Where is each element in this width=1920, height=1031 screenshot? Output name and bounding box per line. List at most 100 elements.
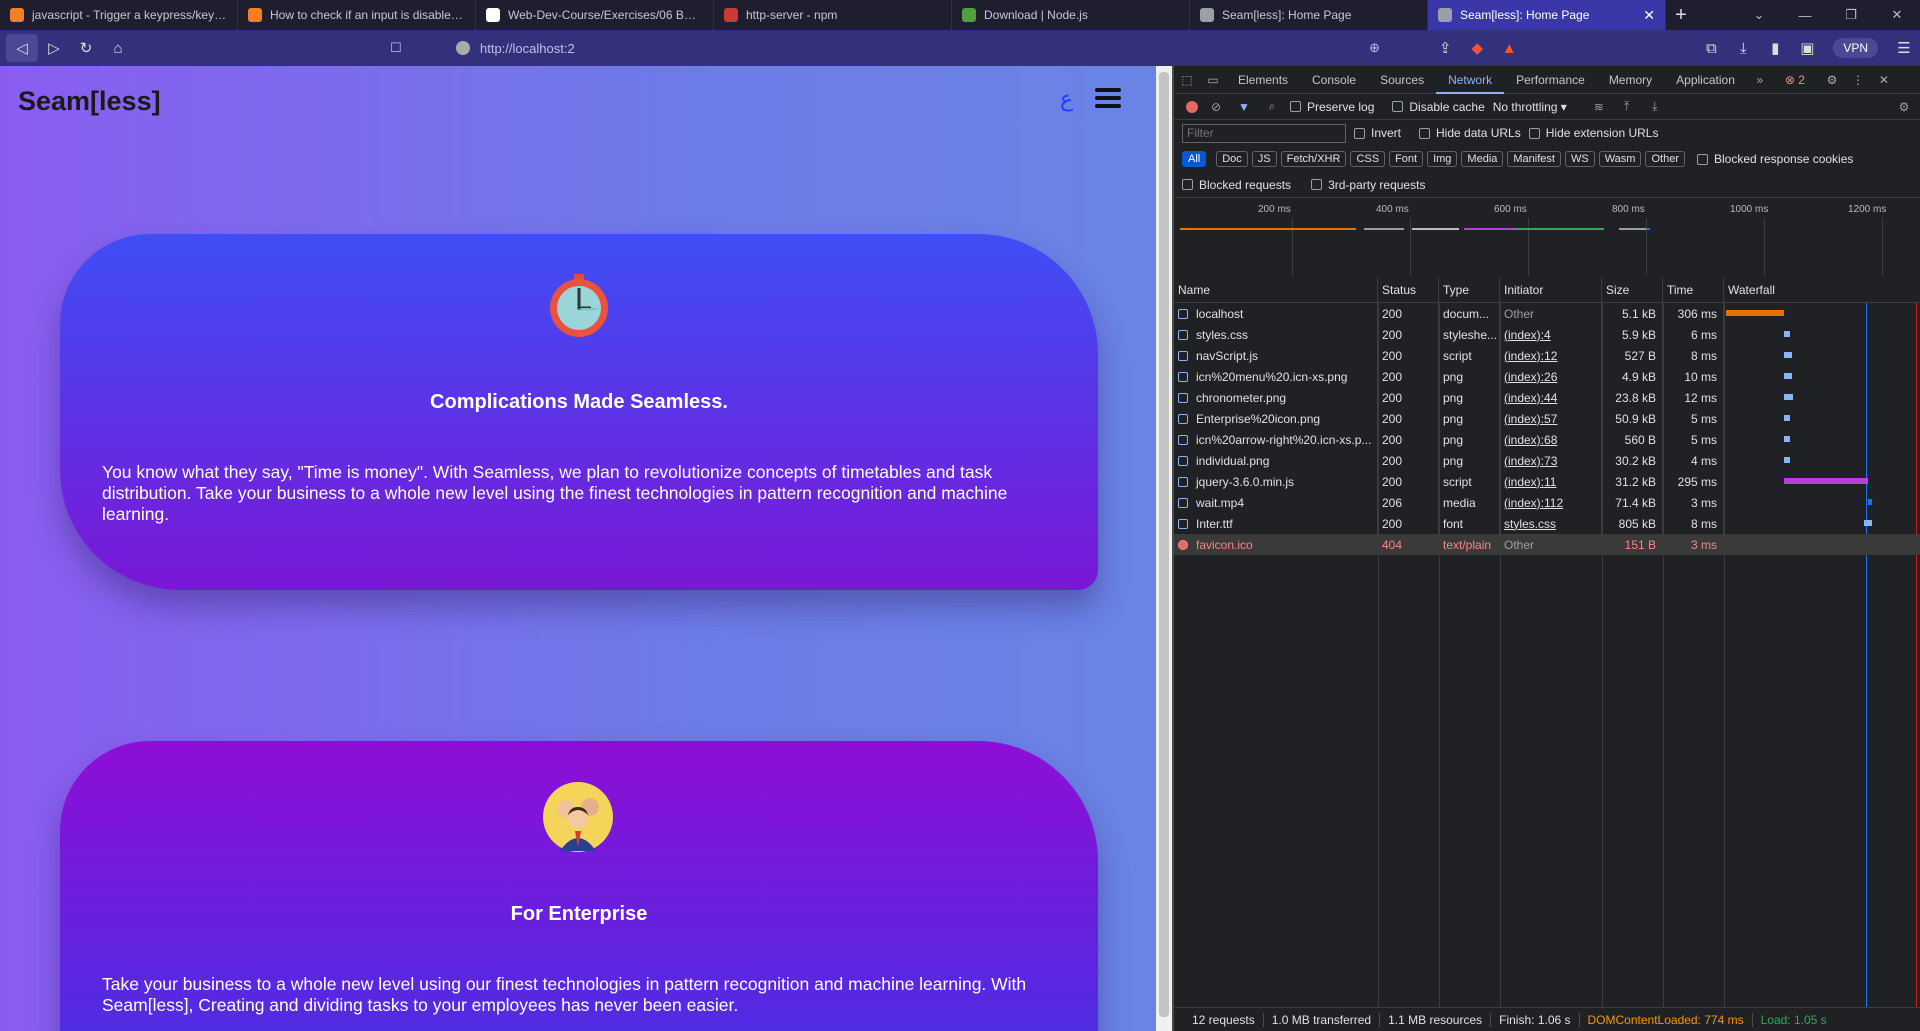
table-row[interactable]: styles.css 200 styleshe... (index):4 5.9 kB 6…: [1174, 324, 1920, 345]
filter-input[interactable]: [1182, 123, 1346, 143]
close-tab-icon[interactable]: ✕: [1643, 7, 1655, 24]
reload-button[interactable]: ↻: [70, 34, 102, 62]
close-window-button[interactable]: ✕: [1874, 0, 1920, 30]
bookmark-icon[interactable]: ☐: [390, 40, 404, 56]
export-har-icon[interactable]: ⤓: [1645, 99, 1665, 114]
close-devtools-icon[interactable]: ✕: [1871, 73, 1897, 87]
devtools-tab-elements[interactable]: Elements: [1226, 66, 1300, 94]
type-filter-wasm[interactable]: Wasm: [1598, 151, 1642, 167]
disable-cache-checkbox[interactable]: Disable cache: [1392, 100, 1485, 114]
language-icon[interactable]: ع: [1060, 86, 1073, 112]
site-brand[interactable]: Seam[less]: [18, 86, 161, 117]
table-row[interactable]: localhost 200 docum... Other 5.1 kB 306 ms: [1174, 303, 1920, 324]
hide-data-urls-checkbox[interactable]: Hide data URLs: [1419, 126, 1521, 140]
column-header-name[interactable]: Name: [1174, 277, 1378, 302]
browser-tab[interactable]: How to check if an input is disabled w: [238, 0, 476, 30]
site-info-icon[interactable]: [456, 41, 470, 55]
blocked-requests-checkbox[interactable]: Blocked requests: [1182, 178, 1291, 192]
type-filter-doc[interactable]: Doc: [1216, 151, 1248, 167]
browser-tab[interactable]: http-server - npm: [714, 0, 952, 30]
type-filter-img[interactable]: Img: [1427, 151, 1458, 167]
vpn-button[interactable]: VPN: [1833, 38, 1878, 58]
device-toolbar-icon[interactable]: ▭: [1200, 73, 1226, 87]
table-row[interactable]: navScript.js 200 script (index):12 527 B 8 ms: [1174, 345, 1920, 366]
forward-button[interactable]: ▷: [38, 34, 70, 62]
invert-checkbox[interactable]: Invert: [1354, 126, 1401, 140]
type-filter-css[interactable]: CSS: [1350, 151, 1386, 167]
new-tab-button[interactable]: +: [1666, 4, 1696, 27]
browser-tab[interactable]: Web-Dev-Course/Exercises/06 BE/BE: [476, 0, 714, 30]
table-row[interactable]: wait.mp4 206 media (index):112 71.4 kB 3 ms: [1174, 492, 1920, 513]
devtools-tab-application[interactable]: Application: [1664, 66, 1747, 94]
devtools-tab-memory[interactable]: Memory: [1597, 66, 1664, 94]
hide-extension-urls-checkbox[interactable]: Hide extension URLs: [1528, 126, 1658, 140]
browser-tab[interactable]: Seam[less]: Home Page: [1190, 0, 1428, 30]
page-scrollbar[interactable]: [1156, 66, 1172, 1031]
more-tabs-icon[interactable]: »: [1747, 73, 1773, 87]
hamburger-menu-icon[interactable]: [1095, 88, 1121, 108]
table-row[interactable]: icn%20menu%20.icn-xs.png 200 png (index):26…: [1174, 366, 1920, 387]
preserve-log-checkbox[interactable]: Preserve log: [1290, 100, 1374, 114]
type-filter-media[interactable]: Media: [1461, 151, 1504, 167]
search-icon[interactable]: ⌕: [1262, 99, 1282, 114]
menu-icon[interactable]: ☰: [1888, 34, 1920, 62]
restore-button[interactable]: ❐: [1828, 0, 1874, 30]
devtools-tab-network[interactable]: Network: [1436, 66, 1505, 94]
extensions-icon[interactable]: ⧉: [1695, 34, 1727, 62]
column-header-time[interactable]: Time: [1663, 277, 1724, 302]
table-row[interactable]: favicon.ico 404 text/plain Other 151 B 3 ms: [1174, 534, 1920, 555]
error-count-badge[interactable]: ⊗ 2: [1785, 73, 1805, 87]
type-filter-other[interactable]: Other: [1645, 151, 1685, 167]
column-header-initiator[interactable]: Initiator: [1500, 277, 1602, 302]
brave-rewards-icon[interactable]: ▲: [1493, 34, 1525, 62]
inspect-icon[interactable]: ⬚: [1174, 73, 1200, 87]
type-filter-manifest[interactable]: Manifest: [1507, 151, 1561, 167]
record-icon[interactable]: [1186, 100, 1198, 113]
type-filter-font[interactable]: Font: [1389, 151, 1424, 167]
table-row[interactable]: icn%20arrow-right%20.icn-xs.p... 200 png (i…: [1174, 429, 1920, 450]
devtools-tab-performance[interactable]: Performance: [1504, 66, 1597, 94]
table-row[interactable]: individual.png 200 png (index):73 30.2 kB 4 m…: [1174, 450, 1920, 471]
import-har-icon[interactable]: ⤒: [1617, 99, 1637, 114]
brave-shields-icon[interactable]: ◆: [1461, 34, 1493, 62]
home-button[interactable]: ⌂: [102, 34, 134, 62]
share-icon[interactable]: ⇪: [1429, 34, 1461, 62]
cell-name: styles.css: [1196, 327, 1249, 342]
minimize-button[interactable]: —: [1782, 0, 1828, 30]
network-settings-icon[interactable]: ⚙: [1894, 100, 1914, 114]
table-row[interactable]: jquery-3.6.0.min.js 200 script (index):11 31…: [1174, 471, 1920, 492]
table-row[interactable]: Enterprise%20icon.png 200 png (index):57 50.…: [1174, 408, 1920, 429]
table-row[interactable]: Inter.ttf 200 font styles.css 805 kB 8 ms: [1174, 513, 1920, 534]
column-header-size[interactable]: Size: [1602, 277, 1663, 302]
wallet-icon[interactable]: ▣: [1791, 34, 1823, 62]
devtools-tab-console[interactable]: Console: [1300, 66, 1368, 94]
browser-tab[interactable]: Seam[less]: Home Page ✕: [1428, 0, 1666, 30]
settings-icon[interactable]: ⚙: [1819, 73, 1845, 87]
url-text[interactable]: http://localhost:2: [480, 41, 575, 56]
table-row[interactable]: chronometer.png 200 png (index):44 23.8 kB 12…: [1174, 387, 1920, 408]
downloads-icon[interactable]: ⤓: [1727, 34, 1759, 62]
column-header-type[interactable]: Type: [1439, 277, 1500, 302]
timeline-overview[interactable]: 200 ms 400 ms 600 ms 800 ms 1000 ms 1200 ms: [1174, 198, 1920, 278]
blocked-cookies-checkbox[interactable]: Blocked response cookies: [1696, 152, 1853, 166]
type-filter-all[interactable]: All: [1182, 151, 1207, 167]
clear-icon[interactable]: ⊘: [1206, 100, 1226, 114]
sidebar-icon[interactable]: ▮: [1759, 34, 1791, 62]
tab-search-icon[interactable]: ⌄: [1736, 0, 1782, 30]
browser-tab[interactable]: Download | Node.js: [952, 0, 1190, 30]
column-header-status[interactable]: Status: [1378, 277, 1439, 302]
address-bar[interactable]: ☐ http://localhost:2 ⊕: [380, 34, 1380, 62]
devtools-tab-sources[interactable]: Sources: [1368, 66, 1436, 94]
third-party-checkbox[interactable]: 3rd-party requests: [1311, 178, 1425, 192]
filter-icon[interactable]: ▼: [1234, 100, 1254, 114]
column-header-waterfall[interactable]: Waterfall: [1724, 277, 1920, 302]
zoom-icon[interactable]: ⊕: [1369, 40, 1380, 56]
type-filter-js[interactable]: JS: [1251, 151, 1277, 167]
type-filter-ws[interactable]: WS: [1564, 151, 1595, 167]
more-options-icon[interactable]: ⋮: [1845, 73, 1871, 87]
network-conditions-icon[interactable]: ≋: [1589, 100, 1609, 114]
throttling-select[interactable]: No throttling ▾: [1493, 100, 1567, 114]
back-button[interactable]: ◁: [6, 34, 38, 62]
browser-tab[interactable]: javascript - Trigger a keypress/keydow: [0, 0, 238, 30]
type-filter-fetch-xhr[interactable]: Fetch/XHR: [1280, 151, 1347, 167]
